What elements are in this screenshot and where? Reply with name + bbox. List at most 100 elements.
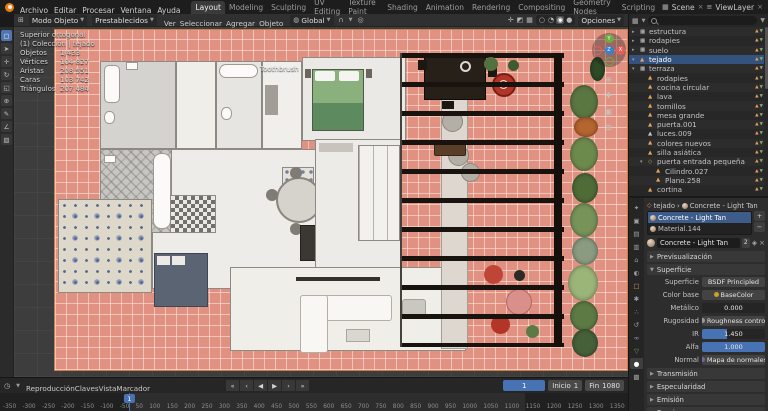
collapsed-section-header[interactable]: ▶ Especularidad <box>647 381 765 392</box>
perspective-icon[interactable]: ⊞ <box>602 121 615 134</box>
preview-section-header[interactable]: ▶ Previsualización <box>647 251 765 262</box>
end-frame-field[interactable]: Fin 1080 <box>585 380 624 391</box>
current-frame-marker[interactable]: 1 <box>124 394 134 403</box>
outliner-row[interactable]: ▲ lava ▲ ▼ <box>629 92 764 101</box>
property-control[interactable]: Roughness control <box>702 316 765 326</box>
prev-keyframe-icon[interactable]: ‹ <box>240 380 253 391</box>
menubar-item[interactable]: Ayuda <box>154 6 183 15</box>
property-control[interactable]: 1.000 <box>702 342 765 352</box>
timeline-menu-item[interactable]: Claves <box>75 384 99 393</box>
navigation-gizmo[interactable]: Y X Z <box>592 33 626 67</box>
workspace-tab[interactable]: Animation <box>422 1 468 14</box>
pan-icon[interactable]: ✚ <box>602 89 615 102</box>
viewport-3d[interactable]: Superior ortogonal (1) Colección | tejad… <box>14 27 628 377</box>
expand-arrow-icon[interactable]: ▾ <box>632 57 638 63</box>
expand-arrow-icon[interactable]: ▸ <box>632 29 638 35</box>
viewlayer-unlink-icon[interactable]: × <box>757 3 763 11</box>
expand-arrow-icon[interactable]: ▸ <box>632 47 638 53</box>
outliner-row[interactable]: ▲ colores nuevos ▲ ▼ <box>629 139 764 148</box>
unlink-icon[interactable]: × <box>759 239 765 247</box>
filter-funnel-icon[interactable]: ▼ <box>760 17 765 24</box>
editor-type-icon[interactable]: ◷ <box>4 382 10 390</box>
viewport-menu-item[interactable]: Agregar <box>224 19 257 28</box>
workspace-tab[interactable]: Rendering <box>468 1 514 14</box>
viewlayer-icon[interactable]: ▥ <box>630 241 643 252</box>
blender-logo-icon[interactable] <box>5 3 14 12</box>
workspace-tab[interactable]: Sculpting <box>267 1 310 14</box>
outliner-row[interactable]: ▲ Plano.258 ▲ ▼ <box>629 176 764 185</box>
fake-user-shield-icon[interactable]: ◈ <box>752 239 757 247</box>
material-slot[interactable]: Concrete - Light Tan <box>648 212 751 223</box>
menubar-item[interactable]: Ventana <box>118 6 155 15</box>
scene-selector[interactable]: Scene <box>672 3 695 12</box>
surface-section-header[interactable]: ▼ Superficie <box>647 264 765 275</box>
outliner-row[interactable]: ▲ cortina ▲ ▼ <box>629 185 764 194</box>
viewlayer-selector[interactable]: ViewLayer <box>715 3 754 12</box>
current-frame-field[interactable]: 1 <box>503 380 545 391</box>
collapsed-section-header[interactable]: ▶ Barniz <box>647 407 765 411</box>
axis-minus-y-icon[interactable] <box>605 57 614 66</box>
tool-icon[interactable]: ✦ <box>630 202 643 213</box>
select-box-icon[interactable]: ▢ <box>1 30 12 41</box>
outliner-row[interactable]: ▸ ▦ suelo ▲ ▼ <box>629 46 764 55</box>
measure-icon[interactable]: ∠ <box>1 121 12 132</box>
annotate-icon[interactable]: ✎ <box>1 108 12 119</box>
expand-arrow-icon[interactable]: ▸ <box>632 38 638 44</box>
transform-icon[interactable]: ⊕ <box>1 95 12 106</box>
viewport-menu-item[interactable]: Seleccionar <box>178 19 224 28</box>
outliner-row[interactable]: ▲ Cilindro.027 ▲ ▼ <box>629 166 764 175</box>
workspace-tab[interactable]: Layout <box>191 1 225 14</box>
outliner-row[interactable]: ▲ mesa grande ▲ ▼ <box>629 111 764 120</box>
material-sphere-icon[interactable] <box>647 239 655 247</box>
property-control[interactable]: 0.000 <box>702 303 765 313</box>
viewport-menu-item[interactable]: Objeto <box>257 19 285 28</box>
object-props-icon[interactable]: □ <box>630 280 643 291</box>
scene-icon[interactable]: ⌂ <box>630 254 643 265</box>
outliner-row[interactable]: ▲ cocina circular ▲ ▼ <box>629 83 764 92</box>
data-icon[interactable]: ▽ <box>630 345 643 356</box>
scene-unlink-icon[interactable]: × <box>698 3 704 11</box>
property-control[interactable]: Mapa de normales <box>702 355 765 365</box>
axis-y-icon[interactable]: Y <box>605 34 614 43</box>
property-control[interactable]: 1.450 <box>702 329 765 339</box>
menubar-item[interactable]: Archivo <box>17 6 51 15</box>
menubar-item[interactable]: Procesar <box>79 6 117 15</box>
move-icon[interactable]: ✛ <box>1 56 12 67</box>
users-count-badge[interactable]: 2 <box>742 238 750 248</box>
start-frame-field[interactable]: Inicio 1 <box>548 380 582 391</box>
outliner-row[interactable]: ▸ ▦ estructura ▲ ▼ <box>629 27 764 36</box>
next-keyframe-icon[interactable]: › <box>282 380 295 391</box>
outliner-row[interactable]: ▲ luces.009 ▲ ▼ <box>629 129 764 138</box>
play-icon[interactable]: ▶ <box>268 380 281 391</box>
material-slot[interactable]: Material.144 <box>648 223 751 234</box>
workspace-tab[interactable]: Compositing <box>514 1 569 14</box>
outliner-row[interactable]: ▾ ◇ puerta entrada pequeña ▲ ▼ <box>629 157 764 166</box>
add-slot-button[interactable]: + <box>754 211 765 221</box>
modifier-icon[interactable]: ✱ <box>630 293 643 304</box>
rotate-icon[interactable]: ↻ <box>1 69 12 80</box>
expand-arrow-icon[interactable]: ▾ <box>632 66 638 72</box>
property-control[interactable]: BSDF Principled <box>702 277 765 287</box>
texture-icon[interactable]: ▩ <box>630 371 643 382</box>
cursor-icon[interactable]: ➤ <box>1 43 12 54</box>
editor-type-icon[interactable]: ⊞ <box>18 16 24 24</box>
timeline-ruler[interactable]: -350-300-250-200-150-100-505010015020025… <box>0 393 628 411</box>
world-icon[interactable]: ◐ <box>630 267 643 278</box>
workspace-tab[interactable]: Shading <box>383 1 421 14</box>
outliner-row[interactable]: ▸ ▦ rodapies ▲ ▼ <box>629 36 764 45</box>
particles-icon[interactable]: ∴ <box>630 306 643 317</box>
outliner-row[interactable]: ▲ silla asiática ▲ ▼ <box>629 148 764 157</box>
jump-end-icon[interactable]: » <box>296 380 309 391</box>
workspace-tab[interactable]: Modeling <box>225 1 267 14</box>
render-icon[interactable]: ▣ <box>630 215 643 226</box>
timeline-menu-item[interactable]: Marcador <box>116 384 150 393</box>
property-control[interactable]: BaseColor <box>702 290 765 300</box>
play-reverse-icon[interactable]: ◀ <box>254 380 267 391</box>
workspace-tab[interactable]: UV Editing <box>310 0 344 18</box>
outliner-row[interactable]: ▲ tornillos ▲ ▼ <box>629 101 764 110</box>
workspace-tab[interactable]: Scripting <box>618 1 659 14</box>
outliner-row[interactable]: ▾ ▲ tejado ▲ ▼ <box>629 55 764 64</box>
outliner-row[interactable]: ▲ puerta.001 ▲ ▼ <box>629 120 764 129</box>
breadcrumb-object[interactable]: tejado <box>654 202 675 210</box>
outliner-row[interactable]: ▲ rodapies ▲ ▼ <box>629 73 764 82</box>
